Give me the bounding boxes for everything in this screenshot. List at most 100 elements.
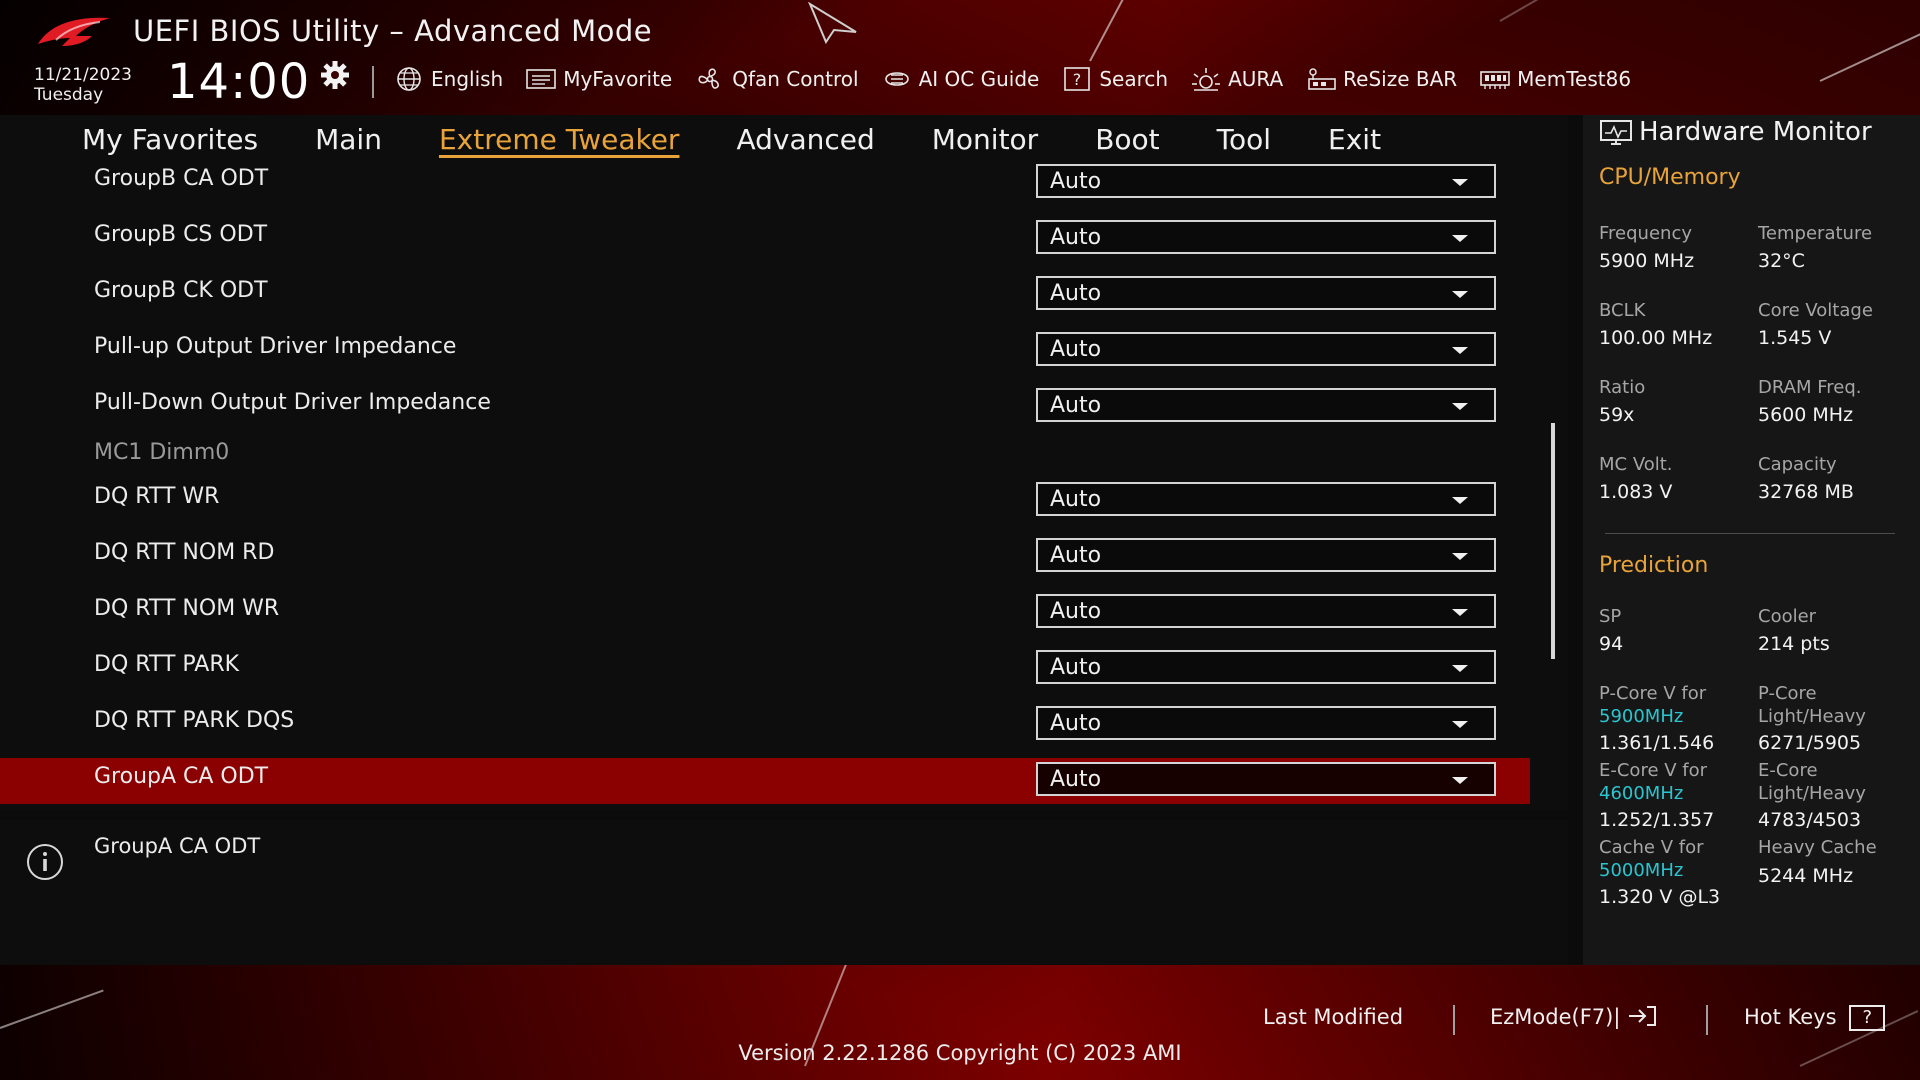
setting-label: DQ RTT PARK bbox=[94, 652, 240, 677]
aura-light-icon bbox=[1190, 66, 1222, 92]
ezmode-label: EzMode(F7)| bbox=[1490, 1005, 1621, 1029]
tab-extreme-tweaker[interactable]: Extreme Tweaker bbox=[439, 115, 679, 165]
tab-my-favorites[interactable]: My Favorites bbox=[82, 115, 258, 165]
setting-label: Pull-up Output Driver Impedance bbox=[94, 334, 457, 359]
setting-label: DQ RTT NOM RD bbox=[94, 540, 275, 565]
dropdown-value: Auto bbox=[1050, 337, 1102, 362]
qfan-control-label: Qfan Control bbox=[732, 67, 859, 91]
setting-dropdown[interactable]: Auto bbox=[1036, 762, 1496, 796]
section-header-mc1-dimm0: MC1 Dimm0 bbox=[94, 440, 230, 465]
hardware-monitor-panel: Hardware Monitor CPU/Memory Frequency 59… bbox=[1583, 115, 1920, 965]
ai-oc-guide-button[interactable]: AI OC Guide bbox=[881, 64, 1039, 94]
ezmode-button[interactable]: EzMode(F7)| bbox=[1490, 1005, 1657, 1029]
ecore-v-value: 1.252/1.357 bbox=[1599, 809, 1715, 831]
help-info-panel: GroupA CA ODT bbox=[0, 820, 1568, 965]
chevron-down-icon bbox=[1452, 347, 1468, 354]
tab-advanced[interactable]: Advanced bbox=[736, 115, 874, 165]
chevron-down-icon bbox=[1452, 553, 1468, 560]
setting-row-groupb-ca-odt[interactable]: GroupB CA ODT Auto bbox=[0, 160, 1530, 206]
hot-keys-button[interactable]: Hot Keys ? bbox=[1744, 1005, 1886, 1031]
aura-button[interactable]: AURA bbox=[1190, 64, 1283, 94]
tab-boot[interactable]: Boot bbox=[1095, 115, 1159, 165]
setting-row-groupb-cs-odt[interactable]: GroupB CS ODT Auto bbox=[0, 216, 1530, 262]
dropdown-value: Auto bbox=[1050, 393, 1102, 418]
monitor-icon bbox=[1600, 120, 1632, 145]
setting-dropdown[interactable]: Auto bbox=[1036, 276, 1496, 310]
setting-row-dq-rtt-wr[interactable]: DQ RTT WR Auto bbox=[0, 478, 1530, 524]
setting-dropdown[interactable]: Auto bbox=[1036, 220, 1496, 254]
memory-icon bbox=[1479, 66, 1511, 92]
setting-dropdown[interactable]: Auto bbox=[1036, 538, 1496, 572]
setting-row-dq-rtt-park[interactable]: DQ RTT PARK Auto bbox=[0, 646, 1530, 692]
day-display: Tuesday bbox=[34, 85, 104, 105]
setting-row-pulldown-impedance[interactable]: Pull-Down Output Driver Impedance Auto bbox=[0, 384, 1530, 430]
setting-row-dq-rtt-park-dqs[interactable]: DQ RTT PARK DQS Auto bbox=[0, 702, 1530, 748]
nav-tabs: My Favorites Main Extreme Tweaker Advanc… bbox=[82, 115, 1438, 165]
tab-monitor[interactable]: Monitor bbox=[932, 115, 1038, 165]
setting-dropdown[interactable]: Auto bbox=[1036, 482, 1496, 516]
mouse-cursor-icon bbox=[808, 2, 857, 44]
pcore-v-value: 1.361/1.546 bbox=[1599, 732, 1715, 754]
ecore-v-label: E-Core V for bbox=[1599, 760, 1708, 781]
fan-icon bbox=[694, 66, 726, 92]
setting-row-pullup-impedance[interactable]: Pull-up Output Driver Impedance Auto bbox=[0, 328, 1530, 374]
setting-row-dq-rtt-nom-wr[interactable]: DQ RTT NOM WR Auto bbox=[0, 590, 1530, 636]
myfavorite-button[interactable]: MyFavorite bbox=[525, 64, 672, 94]
scrollbar[interactable] bbox=[1551, 423, 1555, 659]
search-button[interactable]: ? Search bbox=[1061, 64, 1168, 94]
capacity-label: Capacity bbox=[1758, 454, 1837, 475]
tab-tool[interactable]: Tool bbox=[1217, 115, 1271, 165]
bclk-label: BCLK bbox=[1599, 300, 1646, 321]
chevron-down-icon bbox=[1452, 609, 1468, 616]
aura-label: AURA bbox=[1228, 67, 1284, 91]
setting-dropdown[interactable]: Auto bbox=[1036, 164, 1496, 198]
favorite-list-icon bbox=[525, 66, 557, 92]
help-key-icon: ? bbox=[1849, 1005, 1886, 1031]
ecore-lh-label-2: Light/Heavy bbox=[1758, 783, 1866, 804]
ecore-v-freq: 4600MHz bbox=[1599, 783, 1684, 804]
setting-dropdown[interactable]: Auto bbox=[1036, 706, 1496, 740]
bclk-value: 100.00 MHz bbox=[1599, 327, 1713, 349]
last-modified-button[interactable]: Last Modified bbox=[1263, 1005, 1403, 1029]
ecore-lh-label: E-Core bbox=[1758, 760, 1818, 781]
gear-icon[interactable] bbox=[318, 60, 352, 90]
tab-exit[interactable]: Exit bbox=[1328, 115, 1381, 165]
date-display: 11/21/2023 bbox=[34, 65, 132, 85]
heavy-cache-value: 5244 MHz bbox=[1758, 865, 1854, 887]
sp-label: SP bbox=[1599, 606, 1622, 627]
header-bar: UEFI BIOS Utility – Advanced Mode 11/21/… bbox=[0, 0, 1920, 115]
setting-label: GroupB CA ODT bbox=[94, 166, 269, 191]
setting-label: Pull-Down Output Driver Impedance bbox=[94, 390, 491, 415]
cpu-memory-section-title: CPU/Memory bbox=[1599, 165, 1741, 190]
tab-main[interactable]: Main bbox=[315, 115, 382, 165]
dropdown-value: Auto bbox=[1050, 487, 1102, 512]
setting-dropdown[interactable]: Auto bbox=[1036, 594, 1496, 628]
setting-row-groupa-ca-odt[interactable]: GroupA CA ODT Auto bbox=[0, 758, 1530, 804]
dropdown-value: Auto bbox=[1050, 281, 1102, 306]
cache-v-value: 1.320 V @L3 bbox=[1599, 886, 1721, 908]
resize-bar-label: ReSize BAR bbox=[1343, 67, 1458, 91]
ratio-value: 59x bbox=[1599, 404, 1635, 426]
globe-icon bbox=[393, 66, 425, 92]
setting-dropdown[interactable]: Auto bbox=[1036, 332, 1496, 366]
prediction-section-title: Prediction bbox=[1599, 553, 1709, 578]
language-button[interactable]: English bbox=[393, 64, 503, 94]
setting-row-groupb-ck-odt[interactable]: GroupB CK ODT Auto bbox=[0, 272, 1530, 318]
setting-row-dq-rtt-nom-rd[interactable]: DQ RTT NOM RD Auto bbox=[0, 534, 1530, 580]
setting-dropdown[interactable]: Auto bbox=[1036, 650, 1496, 684]
ratio-label: Ratio bbox=[1599, 377, 1646, 398]
setting-dropdown[interactable]: Auto bbox=[1036, 388, 1496, 422]
chevron-down-icon bbox=[1452, 721, 1468, 728]
dropdown-value: Auto bbox=[1050, 543, 1102, 568]
chevron-down-icon bbox=[1452, 235, 1468, 242]
memtest86-button[interactable]: MemTest86 bbox=[1479, 64, 1631, 94]
hot-keys-label: Hot Keys bbox=[1744, 1005, 1837, 1029]
app-title: UEFI BIOS Utility – Advanced Mode bbox=[133, 14, 653, 48]
resize-bar-button[interactable]: ReSize BAR bbox=[1305, 64, 1457, 94]
qfan-control-button[interactable]: Qfan Control bbox=[694, 64, 859, 94]
language-label: English bbox=[431, 67, 504, 91]
heavy-cache-label: Heavy Cache bbox=[1758, 837, 1877, 858]
temperature-label: Temperature bbox=[1758, 223, 1873, 244]
pcore-v-freq: 5900MHz bbox=[1599, 706, 1684, 727]
setting-label: GroupB CS ODT bbox=[94, 222, 268, 247]
